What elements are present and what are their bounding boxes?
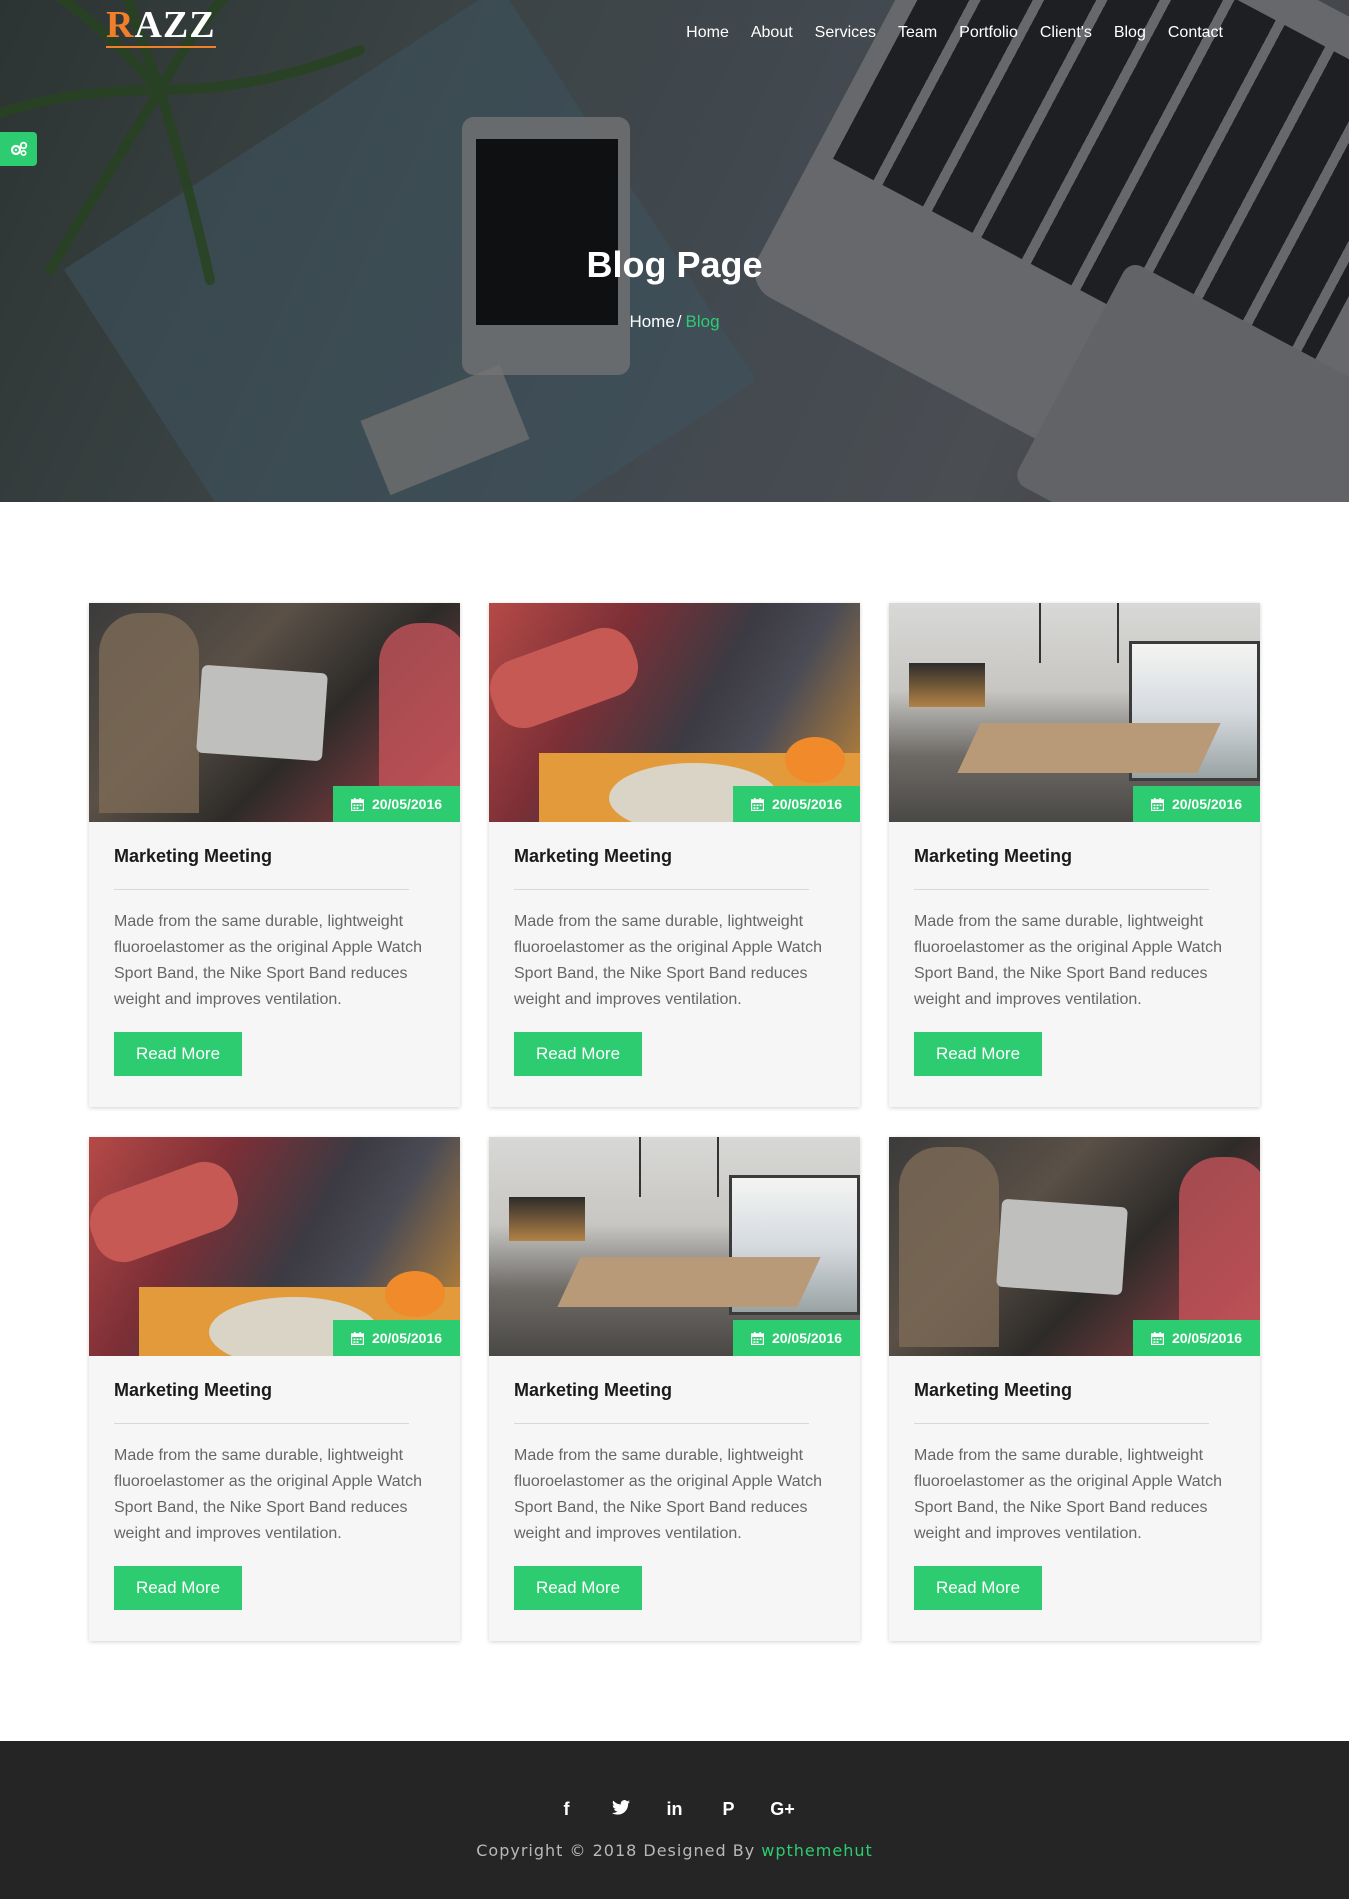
breadcrumb-current: Blog (685, 312, 720, 331)
divider (514, 889, 809, 890)
nav-blog[interactable]: Blog (1103, 24, 1157, 42)
divider (514, 1423, 809, 1424)
designer-link[interactable]: wpthemehut (761, 1841, 872, 1860)
blog-card: 20/05/2016 Marketing Meeting Made from t… (889, 1137, 1260, 1641)
post-title[interactable]: Marketing Meeting (914, 1380, 1072, 1401)
image-teapot (385, 1271, 445, 1317)
post-date-badge: 20/05/2016 (333, 786, 460, 822)
logo-first-letter: R (106, 4, 135, 46)
post-excerpt: Made from the same durable, lightweight … (914, 1447, 1223, 1542)
nav-home[interactable]: Home (675, 24, 740, 42)
divider (914, 889, 1209, 890)
post-date: 20/05/2016 (1171, 1330, 1243, 1346)
post-date: 20/05/2016 (1171, 796, 1243, 812)
post-excerpt: Made from the same durable, lightweight … (914, 913, 1223, 1008)
calendar-icon (1150, 1331, 1164, 1345)
main-nav: Home About Services Team Portfolio Clien… (675, 24, 1234, 42)
post-date-badge: 20/05/2016 (333, 1320, 460, 1356)
social-links: f in P G+ (0, 1799, 1349, 1820)
calendar-icon (750, 1331, 764, 1345)
gears-icon (10, 141, 27, 157)
divider (114, 1423, 409, 1424)
divider (114, 889, 409, 890)
image-laptop (196, 664, 328, 762)
style-switcher-button[interactable] (0, 132, 37, 166)
logo-rest: AZZ (134, 4, 216, 46)
post-date: 20/05/2016 (771, 1330, 843, 1346)
image-teapot (785, 737, 845, 783)
linkedin-icon[interactable]: in (648, 1799, 702, 1820)
blog-card: 20/05/2016 Marketing Meeting Made from t… (489, 1137, 860, 1641)
copyright: Copyright © 2018 Designed By wpthemehut (0, 1841, 1349, 1860)
page-title: Blog Page (586, 244, 763, 285)
breadcrumb: Home / Blog (0, 312, 1349, 332)
post-excerpt: Made from the same durable, lightweight … (114, 913, 423, 1008)
blog-card: 20/05/2016 Marketing Meeting Made from t… (489, 603, 860, 1107)
site-footer: f in P G+ Copyright © 2018 Designed By w… (0, 1741, 1349, 1899)
pinterest-icon[interactable]: P (702, 1799, 756, 1820)
post-excerpt: Made from the same durable, lightweight … (514, 913, 823, 1008)
facebook-icon[interactable]: f (540, 1799, 594, 1820)
breadcrumb-home[interactable]: Home (629, 312, 674, 331)
post-date: 20/05/2016 (771, 796, 843, 812)
divider (914, 1423, 1209, 1424)
post-excerpt: Made from the same durable, lightweight … (514, 1447, 823, 1542)
calendar-icon (1150, 797, 1164, 811)
nav-portfolio[interactable]: Portfolio (948, 24, 1029, 42)
google-plus-icon[interactable]: G+ (756, 1799, 810, 1820)
breadcrumb-separator: / (676, 312, 682, 331)
read-more-button[interactable]: Read More (114, 1032, 242, 1076)
post-date-badge: 20/05/2016 (1133, 786, 1260, 822)
post-title[interactable]: Marketing Meeting (514, 1380, 672, 1401)
site-logo[interactable]: RAZZ (106, 6, 216, 48)
nav-services[interactable]: Services (804, 24, 887, 42)
read-more-button[interactable]: Read More (914, 1566, 1042, 1610)
image-lamp (1039, 603, 1119, 663)
post-date-badge: 20/05/2016 (733, 786, 860, 822)
nav-clients[interactable]: Client's (1029, 24, 1103, 42)
post-title[interactable]: Marketing Meeting (114, 1380, 272, 1401)
blog-card: 20/05/2016 Marketing Meeting Made from t… (889, 603, 1260, 1107)
nav-about[interactable]: About (740, 24, 804, 42)
post-title[interactable]: Marketing Meeting (514, 846, 672, 867)
twitter-bird-glyph (611, 1800, 630, 1815)
post-date: 20/05/2016 (371, 1330, 443, 1346)
image-table (957, 723, 1221, 773)
post-date: 20/05/2016 (371, 796, 443, 812)
image-lamp (639, 1137, 719, 1197)
image-wall-picture (509, 1197, 585, 1241)
image-arm (89, 1153, 247, 1271)
calendar-icon (350, 797, 364, 811)
image-person (899, 1147, 999, 1347)
twitter-icon[interactable] (594, 1799, 648, 1820)
read-more-button[interactable]: Read More (514, 1032, 642, 1076)
image-laptop (996, 1198, 1128, 1296)
blog-card: 20/05/2016 Marketing Meeting Made from t… (89, 603, 460, 1107)
post-title[interactable]: Marketing Meeting (114, 846, 272, 867)
image-arm (489, 619, 647, 737)
nav-contact[interactable]: Contact (1157, 24, 1234, 42)
blog-card: 20/05/2016 Marketing Meeting Made from t… (89, 1137, 460, 1641)
calendar-icon (350, 1331, 364, 1345)
calendar-icon (750, 797, 764, 811)
read-more-button[interactable]: Read More (514, 1566, 642, 1610)
post-date-badge: 20/05/2016 (1133, 1320, 1260, 1356)
nav-team[interactable]: Team (887, 24, 948, 42)
copyright-text: Copyright © 2018 Designed By (476, 1841, 756, 1860)
post-title[interactable]: Marketing Meeting (914, 846, 1072, 867)
post-date-badge: 20/05/2016 (733, 1320, 860, 1356)
image-wall-picture (909, 663, 985, 707)
post-excerpt: Made from the same durable, lightweight … (114, 1447, 423, 1542)
read-more-button[interactable]: Read More (114, 1566, 242, 1610)
read-more-button[interactable]: Read More (914, 1032, 1042, 1076)
hero-banner: RAZZ Home About Services Team Portfolio … (0, 0, 1349, 502)
image-person (99, 613, 199, 813)
image-table (557, 1257, 821, 1307)
